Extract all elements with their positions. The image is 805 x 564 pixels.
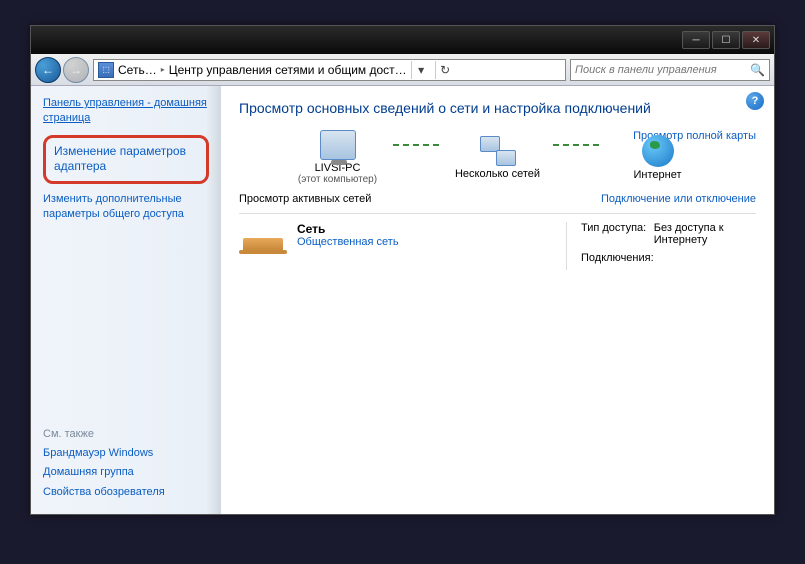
sidebar: Панель управления - домашняя страница Из… (31, 86, 221, 514)
back-button[interactable]: ← (35, 57, 61, 83)
internet-options-link[interactable]: Свойства обозревателя (43, 485, 209, 500)
public-network-icon (239, 222, 287, 254)
node-internet-label: Интернет (634, 169, 682, 181)
network-details: Тип доступа: Без доступа к Интернету Под… (566, 222, 756, 270)
minimize-button[interactable]: ─ (682, 31, 710, 49)
content: Панель управления - домашняя страница Из… (31, 86, 774, 514)
advanced-sharing-link[interactable]: Изменить дополнительные параметры общего… (43, 192, 209, 223)
address-dropdown-icon[interactable]: ▾ (411, 61, 431, 79)
connections-label: Подключения: (581, 252, 671, 264)
globe-icon (642, 135, 674, 167)
node-multi-networks: Несколько сетей (443, 136, 553, 180)
forward-button[interactable]: → (63, 57, 89, 83)
connector-line (553, 144, 603, 146)
see-also: См. также Брандмауэр Windows Домашняя гр… (43, 428, 209, 504)
active-networks-section: Просмотр активных сетей Подключение или … (239, 193, 756, 270)
search-box[interactable]: 🔍 (570, 59, 770, 81)
node-this-pc: LIVSI-PC (этот компьютер) (283, 130, 393, 185)
access-type-value: Без доступа к Интернету (654, 222, 756, 246)
network-map: Просмотр полной карты LIVSI-PC (этот ком… (239, 130, 756, 185)
network-type-link[interactable]: Общественная сеть (297, 236, 556, 248)
close-button[interactable]: ✕ (742, 31, 770, 49)
homegroup-link[interactable]: Домашняя группа (43, 465, 209, 480)
network-name: Сеть (297, 222, 556, 236)
maximize-button[interactable]: ☐ (712, 31, 740, 49)
refresh-icon[interactable]: ↻ (435, 61, 455, 79)
pc-icon (320, 130, 356, 160)
network-entry: Сеть Общественная сеть Тип доступа: Без … (239, 222, 756, 270)
multi-network-icon (480, 136, 516, 166)
address-bar[interactable]: ⬚ Сеть… ▸ Центр управления сетями и общи… (93, 59, 566, 81)
titlebar: ─ ☐ ✕ (31, 26, 774, 54)
help-icon[interactable]: ? (746, 92, 764, 110)
change-adapter-settings-link[interactable]: Изменение параметров адаптера (43, 135, 209, 184)
window: ─ ☐ ✕ ← → ⬚ Сеть… ▸ Центр управления сет… (30, 25, 775, 515)
control-panel-home-link[interactable]: Панель управления - домашняя страница (43, 96, 209, 127)
network-center-icon: ⬚ (98, 62, 114, 78)
page-title: Просмотр основных сведений о сети и наст… (239, 100, 756, 116)
main-panel: ? Просмотр основных сведений о сети и на… (221, 86, 774, 514)
search-icon[interactable]: 🔍 (750, 63, 765, 77)
node-multi-label: Несколько сетей (455, 168, 540, 180)
search-input[interactable] (575, 64, 750, 76)
connect-disconnect-link[interactable]: Подключение или отключение (601, 193, 756, 205)
connector-line (393, 144, 443, 146)
active-networks-label: Просмотр активных сетей (239, 193, 371, 205)
breadcrumb-network-center[interactable]: Центр управления сетями и общим дост… (169, 63, 407, 77)
navbar: ← → ⬚ Сеть… ▸ Центр управления сетями и … (31, 54, 774, 86)
chevron-right-icon[interactable]: ▸ (161, 65, 165, 74)
firewall-link[interactable]: Брандмауэр Windows (43, 446, 209, 461)
breadcrumb-network[interactable]: Сеть… (118, 63, 157, 77)
node-pc-sub: (этот компьютер) (298, 174, 377, 185)
see-also-header: См. также (43, 428, 209, 440)
access-type-label: Тип доступа: (581, 222, 654, 246)
